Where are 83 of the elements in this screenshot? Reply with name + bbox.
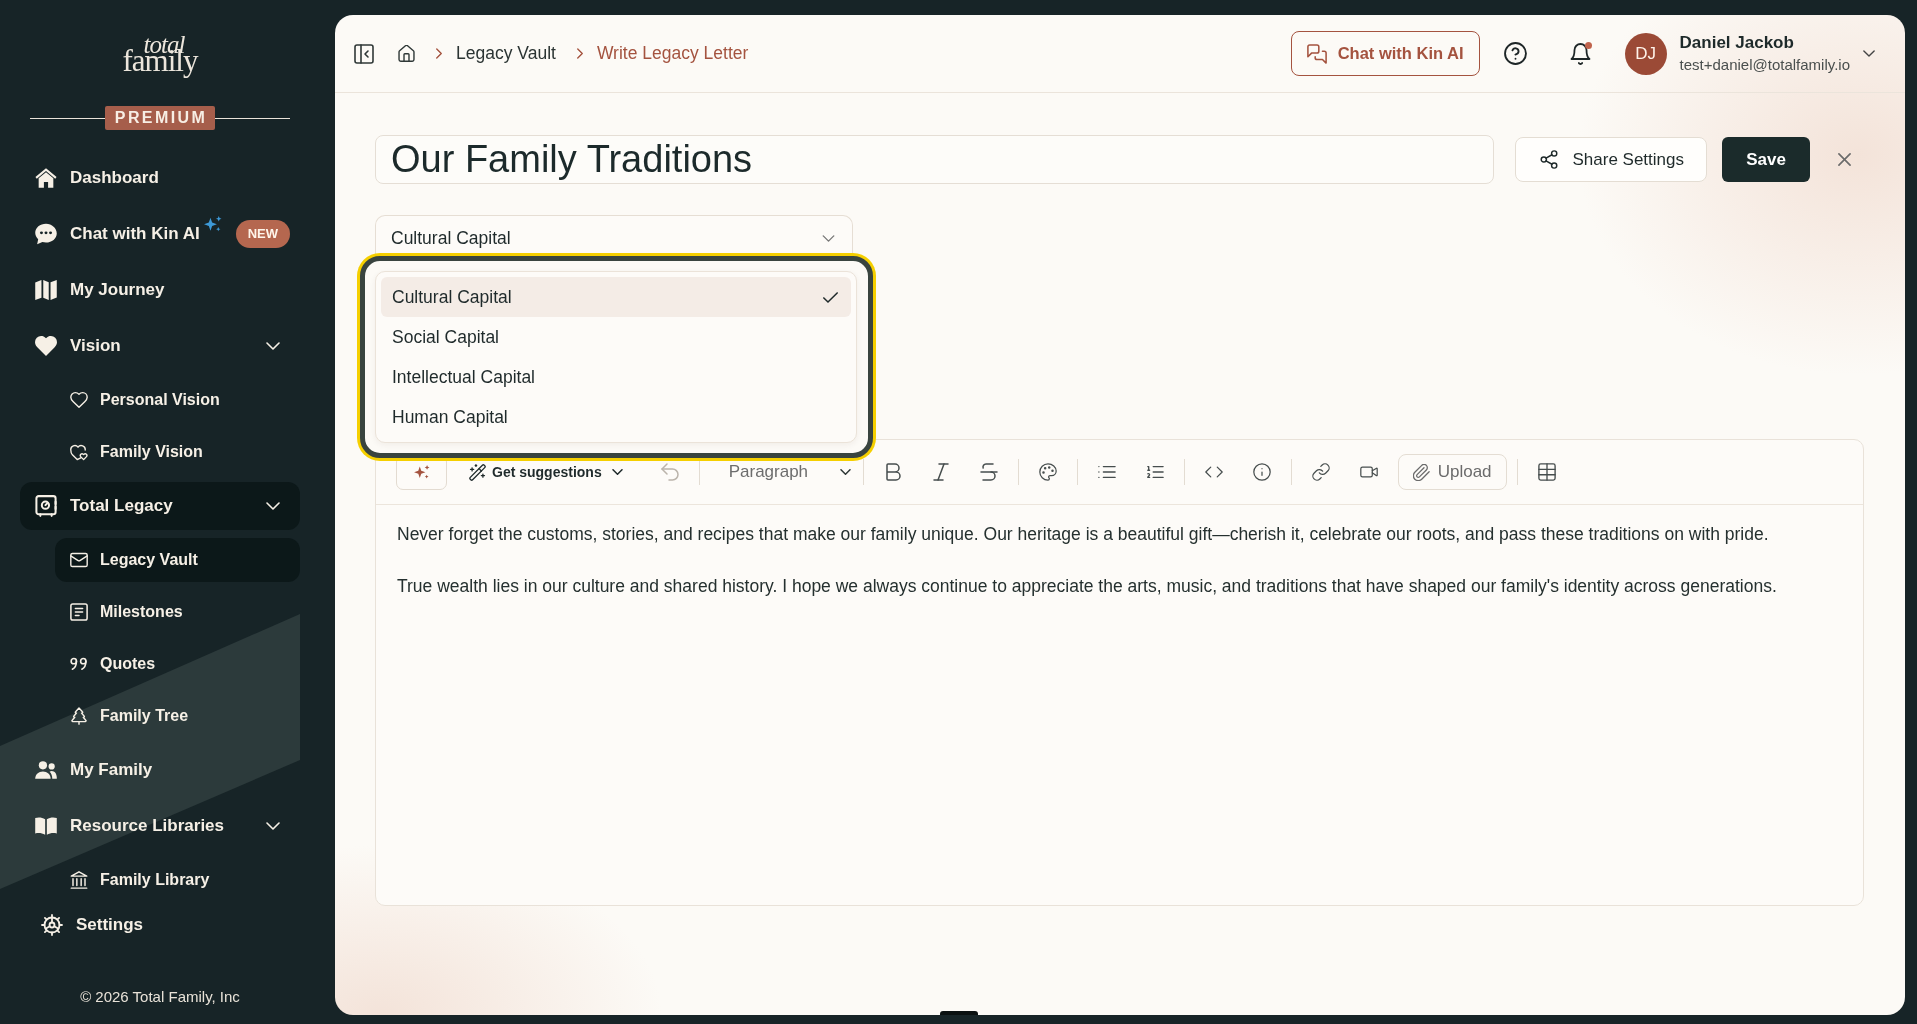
numbered-list-icon (1145, 463, 1164, 481)
two-hearts-icon (70, 443, 88, 461)
sidebar-item[interactable]: Total Legacy (20, 482, 300, 530)
sidebar-item[interactable]: Chat with Kin AI NEW (20, 210, 300, 258)
sidebar-item[interactable]: My Family (20, 746, 300, 794)
copyright-text: © 2026 Total Family, Inc (80, 988, 240, 1005)
breadcrumb-link[interactable]: Legacy Vault (456, 43, 556, 64)
save-button[interactable]: Save (1722, 137, 1810, 182)
home-icon[interactable] (398, 45, 415, 62)
open-book-icon (35, 815, 57, 837)
bold-icon (883, 463, 902, 481)
palette-icon (1038, 463, 1057, 481)
heart-icon (35, 335, 57, 357)
sidebar-item[interactable]: Family Tree (55, 694, 300, 738)
settings-icon (41, 914, 63, 936)
settings-item[interactable]: Settings (0, 901, 320, 949)
chevron-down-icon (839, 469, 851, 475)
bank-building-icon (70, 871, 88, 889)
code-icon (1204, 463, 1223, 481)
plan-badge: PREMIUM (104, 106, 216, 130)
people-icon (35, 759, 57, 781)
panel-left-icon[interactable] (354, 43, 374, 64)
map-icon (35, 279, 57, 301)
sparkles-icon (413, 464, 430, 480)
sidebar-item[interactable]: Dashboard (20, 154, 300, 202)
tree-icon (70, 707, 88, 725)
magic-wand-icon (469, 463, 486, 481)
paragraph-style-select[interactable]: Paragraph (709, 454, 853, 490)
new-badge: NEW (235, 220, 291, 248)
sidebar-item[interactable]: My Journey (20, 266, 300, 314)
italic-icon (931, 463, 950, 481)
envelope-icon (70, 551, 88, 569)
get-suggestions-button[interactable]: Get suggestions (467, 454, 627, 490)
info-icon (1252, 463, 1271, 481)
sidebar-item[interactable]: Family Library (55, 858, 300, 896)
title-field[interactable]: Our Family Traditions (375, 135, 1495, 184)
user-email: test+daniel@totalfamily.io (1679, 54, 1850, 75)
dropdown-option[interactable]: Human Capital (381, 397, 851, 437)
table-icon (1537, 463, 1556, 481)
chevron-down-icon (822, 235, 835, 242)
sidebar-item[interactable]: Resource Libraries (20, 802, 300, 850)
chevron-down-icon (611, 469, 623, 475)
chevron-right-icon (576, 48, 583, 59)
sidebar-item[interactable]: Legacy Vault (55, 538, 300, 582)
chevron-down-icon[interactable] (1863, 50, 1875, 57)
user-avatar[interactable]: DJ (1624, 32, 1667, 75)
paperclip-icon (1412, 463, 1430, 481)
note-icon (70, 603, 88, 621)
breadcrumb-link[interactable]: Write Legacy Letter (596, 43, 749, 64)
video-camera-icon (1359, 463, 1378, 481)
upload-button[interactable]: Upload (1397, 454, 1507, 490)
user-name: Daniel Jackob (1679, 32, 1794, 53)
help-icon[interactable] (1503, 42, 1527, 65)
chat-bubbles-icon (1306, 43, 1327, 64)
quote-marks-icon (70, 655, 88, 673)
dropdown-option[interactable]: Social Capital (381, 317, 851, 357)
safe-icon (35, 495, 57, 517)
handle-bar[interactable] (940, 1011, 978, 1015)
close-icon (1837, 153, 1851, 166)
sidebar-item[interactable]: Milestones (55, 590, 300, 634)
bell-icon[interactable] (1569, 42, 1591, 65)
heart-outline-icon (70, 391, 88, 409)
sidebar-item[interactable]: Family Vision (55, 430, 300, 474)
sidebar-item[interactable]: Quotes (55, 642, 300, 686)
home-icon (35, 167, 57, 189)
share-settings-button[interactable]: Share Settings (1515, 137, 1707, 182)
bullet-list-icon (1097, 463, 1116, 481)
category-select[interactable]: Cultural Capital (375, 215, 853, 256)
share-icon (1540, 150, 1559, 169)
undo-icon (660, 463, 679, 481)
dropdown-option[interactable]: Cultural Capital (381, 277, 851, 317)
chat-button[interactable]: Chat with Kin AI (1290, 31, 1480, 76)
chevron-right-icon (436, 48, 442, 59)
sidebar-item[interactable]: Vision (20, 322, 300, 370)
sidebar-item[interactable]: Personal Vision (55, 378, 300, 422)
link-icon (1311, 463, 1330, 481)
chat-bubble-icon (35, 223, 57, 245)
letter-paragraph: True wealth lies in our culture and shared history. I hope we always continue to appreciate the arts, music, and traditions that have shaped our family's identity across generations. (397, 575, 1778, 598)
check-icon (823, 291, 838, 303)
sparkles-icon (203, 216, 222, 233)
strikethrough-icon (979, 463, 998, 481)
letter-paragraph: Never forget the customs, stories, and recipes that make our family unique. Our heritage is a beautiful gift—cherish it, celebrate our roots, and pass these traditions on with pride. (397, 523, 1770, 546)
dropdown-option[interactable]: Intellectual Capital (381, 357, 851, 397)
